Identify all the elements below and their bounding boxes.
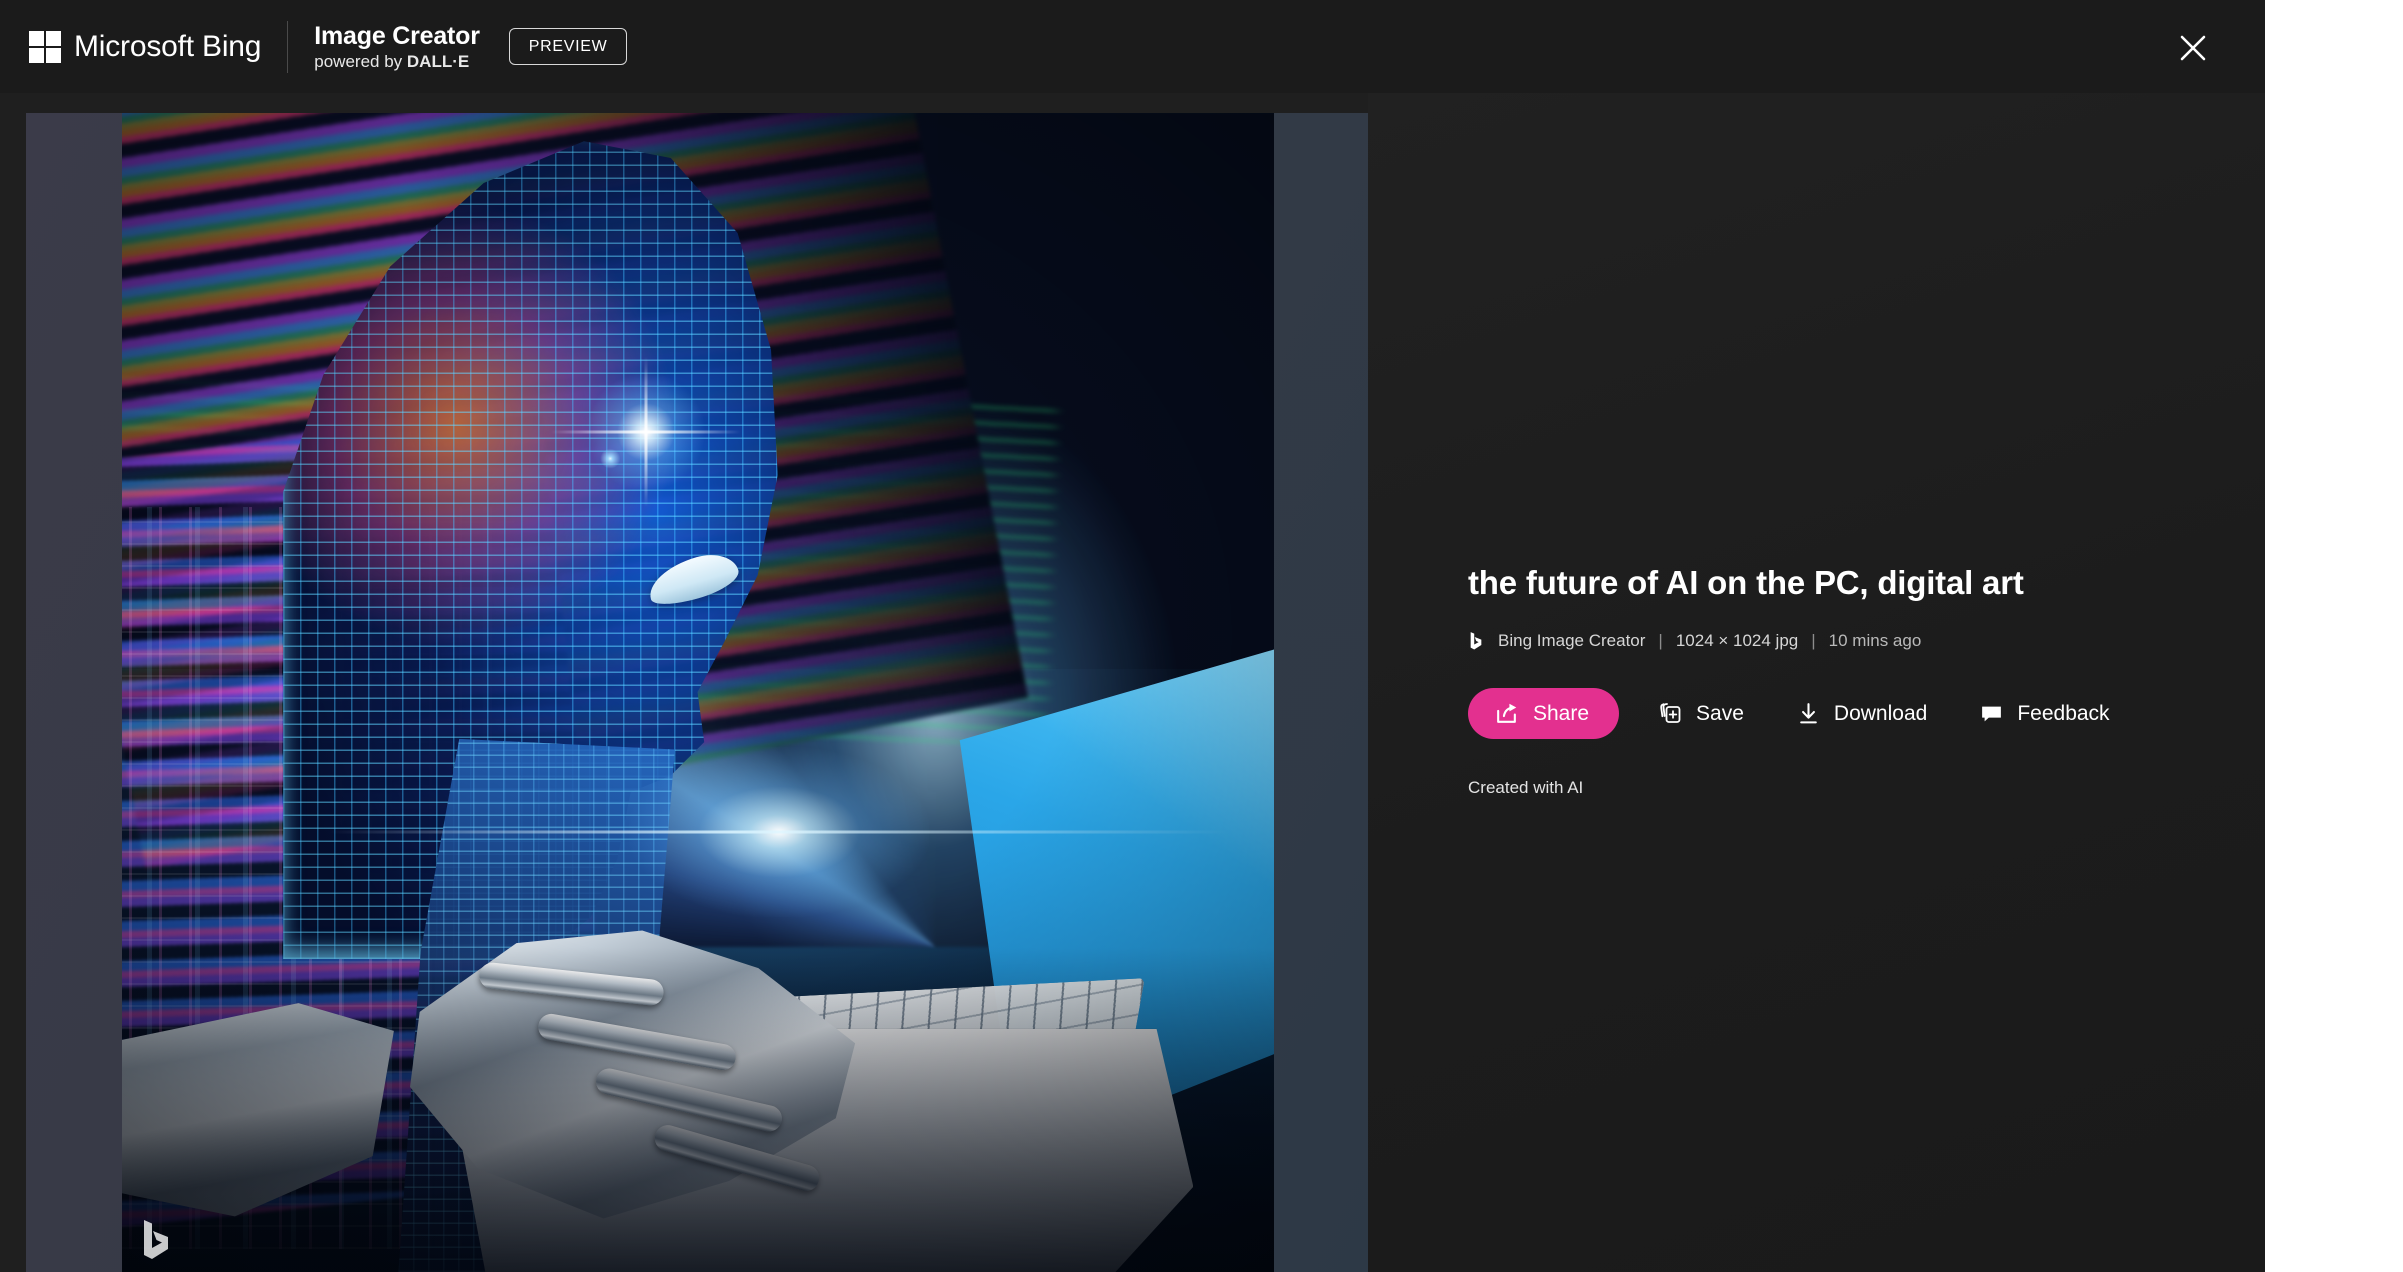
dalle-brand: DALL·E <box>406 51 470 71</box>
share-label: Share <box>1533 701 1590 725</box>
close-icon <box>2177 32 2209 64</box>
metadata-timestamp: 10 mins ago <box>1828 630 1922 650</box>
metadata-separator-2: | <box>1811 630 1816 650</box>
share-icon <box>1494 701 1519 726</box>
app-title-block: Image Creator powered by DALL·E <box>314 22 480 71</box>
created-with-ai-label: Created with AI <box>1468 777 1584 797</box>
feedback-label: Feedback <box>2017 701 2110 725</box>
header-divider <box>287 20 289 73</box>
save-button[interactable]: Save <box>1643 688 1758 740</box>
image-title: the future of AI on the PC, digital art <box>1468 564 2024 601</box>
feedback-chat-icon <box>1979 701 2004 726</box>
save-collection-icon <box>1657 701 1683 727</box>
metadata-separator-1: | <box>1658 630 1663 650</box>
save-label: Save <box>1696 701 1744 725</box>
action-bar: Share Save Download Feedback <box>1468 688 2188 740</box>
download-icon <box>1796 701 1821 726</box>
microsoft-squares-icon <box>29 30 61 63</box>
page-background-right <box>2265 0 2403 1272</box>
bing-b-watermark-icon <box>138 1218 174 1262</box>
app-subtitle: powered by DALL·E <box>314 52 480 71</box>
image-creator-dialog: Microsoft Bing Image Creator powered by … <box>0 0 2265 1272</box>
download-label: Download <box>1833 701 1928 725</box>
feedback-button[interactable]: Feedback <box>1965 688 2123 739</box>
generated-image[interactable] <box>122 113 1274 1272</box>
powered-by-text: powered by <box>314 51 407 71</box>
share-button[interactable]: Share <box>1468 688 1620 740</box>
app-title: Image Creator <box>314 21 480 50</box>
download-button[interactable]: Download <box>1782 688 1941 739</box>
bing-b-icon <box>1468 630 1484 652</box>
preview-badge[interactable]: PREVIEW <box>508 28 628 65</box>
metadata-dimensions: 1024 × 1024 jpg <box>1675 630 1799 650</box>
microsoft-bing-brand[interactable]: Microsoft Bing <box>29 30 261 64</box>
app-header: Microsoft Bing Image Creator powered by … <box>0 0 2265 93</box>
brand-wordmark: Microsoft Bing <box>74 29 262 63</box>
image-metadata: Bing Image Creator | 1024 × 1024 jpg | 1… <box>1468 630 2188 652</box>
generated-image-art <box>122 113 1274 1272</box>
image-details-panel: the future of AI on the PC, digital art … <box>1368 93 2265 1272</box>
close-button[interactable] <box>2167 22 2219 74</box>
metadata-source: Bing Image Creator <box>1498 630 1646 650</box>
image-stage <box>26 113 1368 1272</box>
